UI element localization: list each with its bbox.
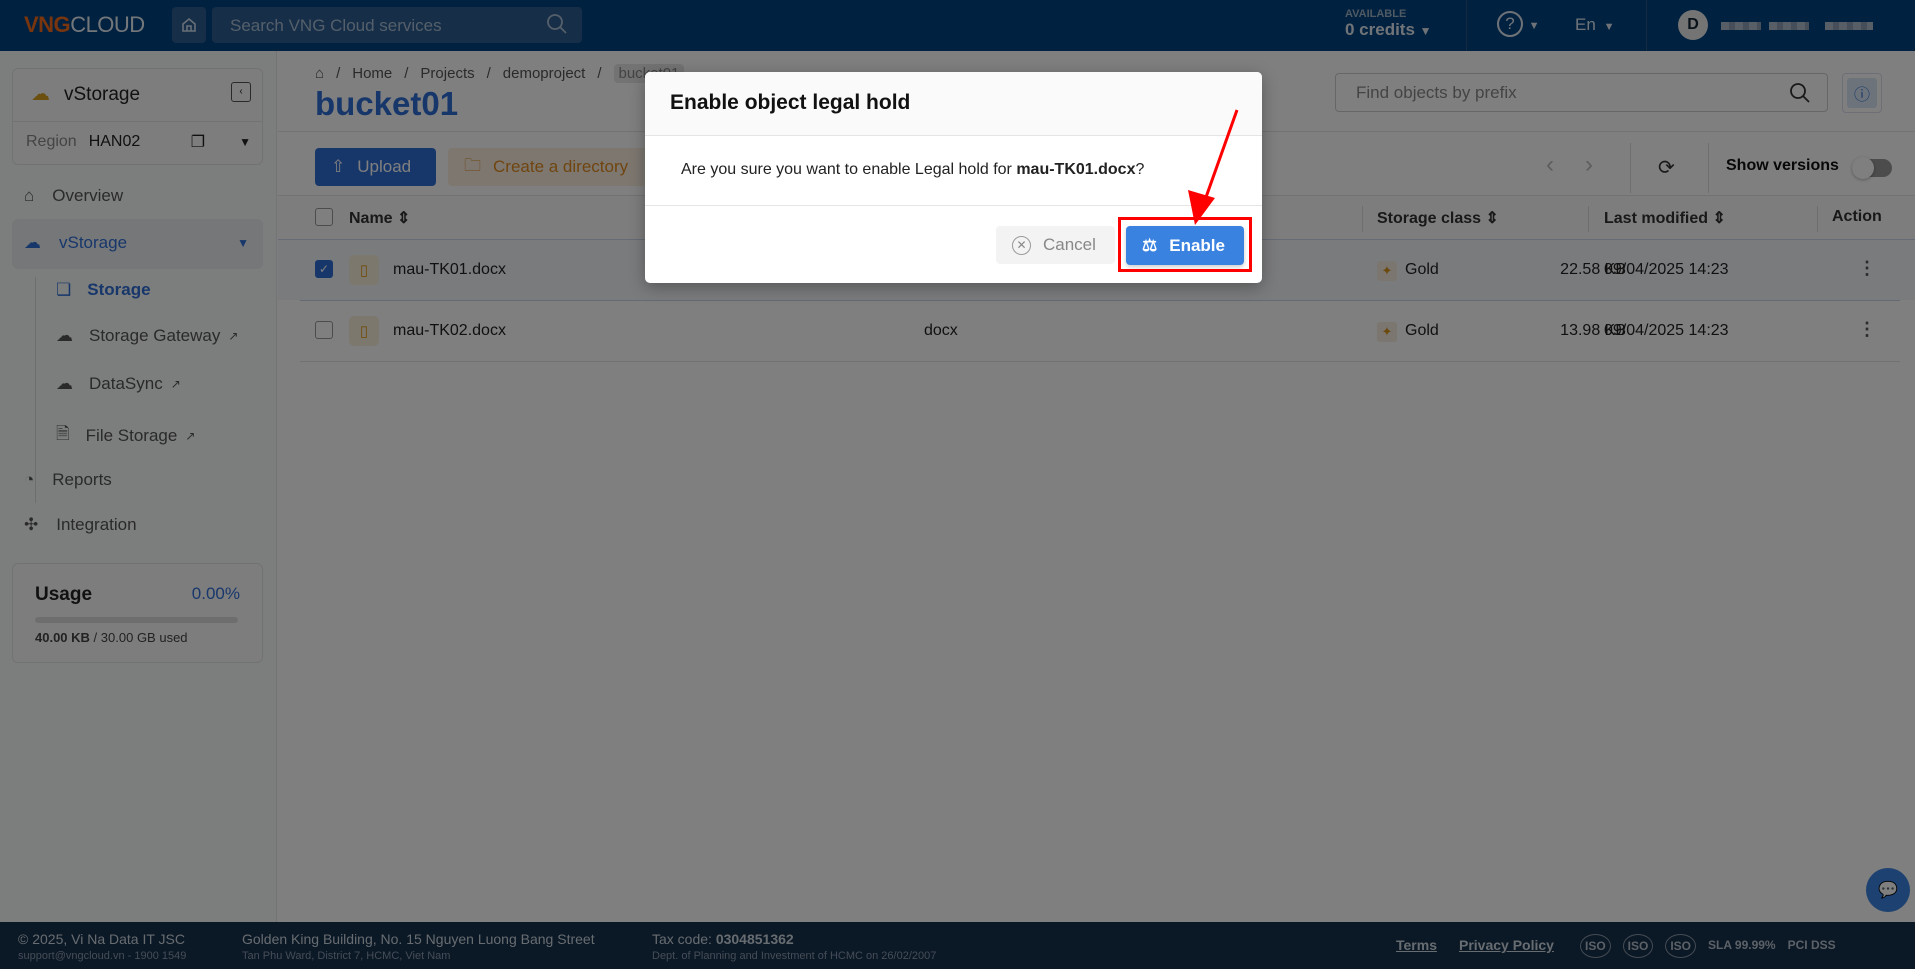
highlight-box <box>1118 217 1252 272</box>
dialog-message: Are you sure you want to enable Legal ho… <box>645 136 1262 206</box>
dialog-title: Enable object legal hold <box>645 72 1262 136</box>
cancel-button[interactable]: ✕ Cancel <box>996 226 1115 264</box>
legal-hold-dialog: Enable object legal hold Are you sure yo… <box>645 72 1262 283</box>
close-circle-icon: ✕ <box>1012 235 1031 255</box>
